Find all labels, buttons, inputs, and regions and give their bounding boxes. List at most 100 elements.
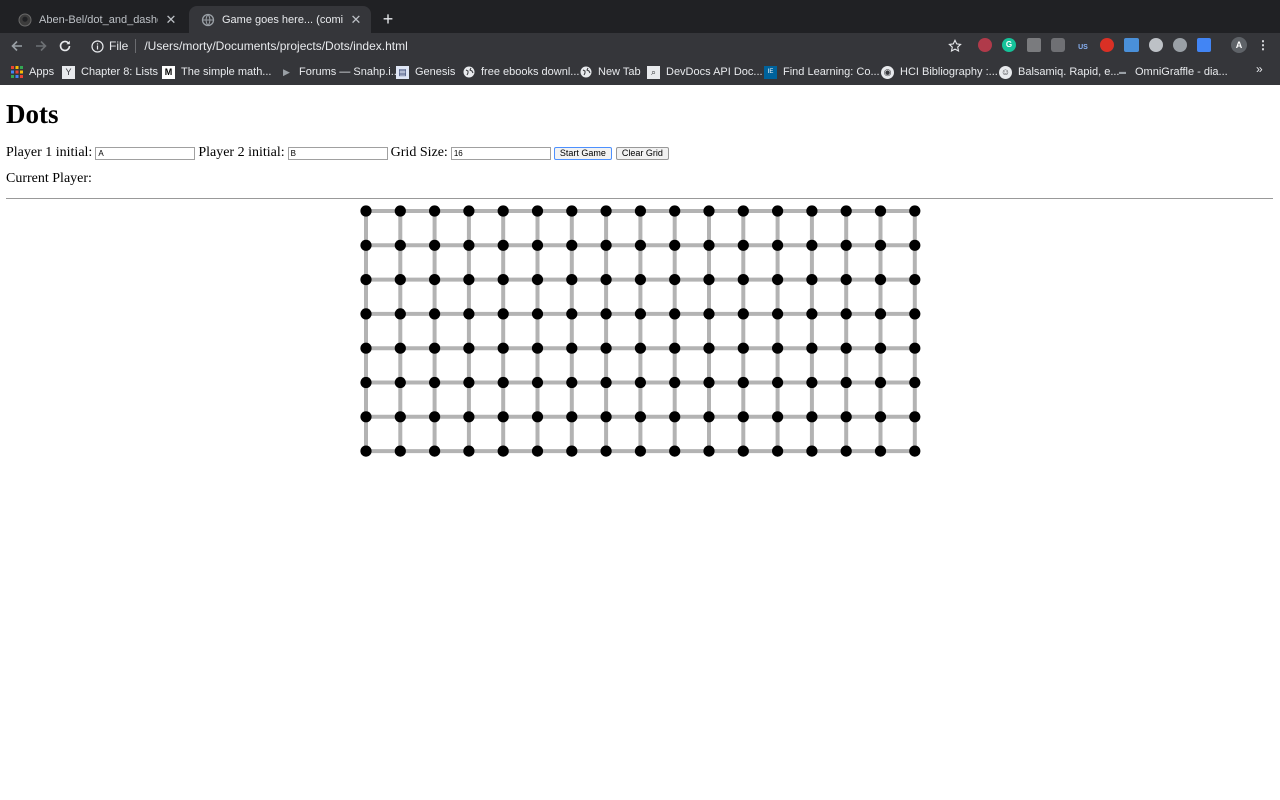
- profile-avatar[interactable]: A: [1231, 37, 1247, 53]
- current-player-label: Current Player:: [6, 171, 92, 186]
- grid-dot: [806, 376, 818, 389]
- bookmark-genesis[interactable]: ▤ Genesis: [396, 64, 455, 80]
- grid-dot: [429, 308, 441, 320]
- grid-dot: [737, 239, 749, 251]
- grid-dot: [394, 445, 406, 457]
- grammarly-icon[interactable]: G: [1002, 38, 1016, 52]
- grid-dot: [360, 239, 372, 251]
- grid-dot: [703, 411, 715, 423]
- new-tab-button[interactable]: +: [378, 9, 398, 29]
- grid-dot: [737, 274, 749, 286]
- github-icon: [18, 13, 32, 27]
- grid-dot: [566, 342, 578, 354]
- grid-dot: [463, 342, 475, 354]
- divider: [6, 198, 1273, 199]
- bookmark-simple-math[interactable]: M The simple math...: [162, 64, 271, 80]
- bookmark-apps[interactable]: Apps: [10, 64, 54, 80]
- grid-dot: [566, 411, 578, 423]
- grid-dot: [497, 308, 509, 320]
- bookmark-forums[interactable]: ▶ Forums — Snahp.i...: [280, 64, 400, 80]
- layers-icon[interactable]: [1027, 38, 1041, 52]
- grid-dot: [531, 411, 544, 423]
- bookmark-free-ebooks[interactable]: free ebooks downl...: [462, 64, 579, 80]
- bookmark-hci-bibliography[interactable]: ◉ HCI Bibliography :...: [881, 64, 998, 80]
- bookmark-find-learning[interactable]: IE Find Learning: Co...: [764, 64, 880, 80]
- bookmark-chapter-8[interactable]: Y Chapter 8: Lists: [62, 64, 158, 80]
- eye-icon: ◉: [881, 65, 894, 79]
- bookmark-label: DevDocs API Doc...: [666, 66, 763, 78]
- info-icon[interactable]: [90, 39, 104, 53]
- grid-dot: [806, 411, 818, 423]
- grid-dot: [531, 274, 544, 286]
- start-game-button[interactable]: Start Game: [553, 146, 612, 160]
- grid-dot: [840, 376, 852, 389]
- grid-dot: [874, 308, 887, 320]
- back-arrow-icon[interactable]: [7, 36, 27, 56]
- smile-icon: ☺: [999, 65, 1012, 79]
- grid-dot: [463, 274, 475, 286]
- grid-dot: [909, 308, 921, 320]
- grid-dot: [531, 342, 544, 354]
- grid-size-input[interactable]: [450, 146, 551, 160]
- bookmark-omnigraffle[interactable]: ▬ OmniGraffle - dia...: [1116, 64, 1228, 80]
- tab-github[interactable]: Aben-Bel/dot_and_dashes: A g ✕: [6, 6, 186, 33]
- grid-dot: [703, 376, 715, 389]
- grid-dot: [737, 342, 749, 354]
- forward-arrow-icon[interactable]: [31, 36, 51, 56]
- grid-dot: [840, 342, 852, 354]
- badge-icon[interactable]: [1051, 38, 1065, 52]
- reload-icon[interactable]: [55, 36, 75, 56]
- url-text[interactable]: /Users/morty/Documents/projects/Dots/ind…: [144, 39, 407, 53]
- close-icon[interactable]: ✕: [349, 12, 363, 27]
- record-icon[interactable]: [1100, 38, 1114, 52]
- grid-dot: [360, 411, 372, 423]
- player1-label: Player 1 initial:: [6, 145, 93, 160]
- globe-icon: [462, 66, 475, 79]
- grid-dot: [360, 308, 372, 320]
- translate-icon[interactable]: [1197, 38, 1211, 52]
- bookmarks-overflow-icon[interactable]: »: [1256, 62, 1263, 76]
- extension-icon[interactable]: [978, 38, 992, 52]
- grid-dot: [600, 239, 612, 251]
- calendar-icon[interactable]: [1124, 38, 1139, 52]
- grid-dot: [634, 239, 646, 251]
- tab-dots-game[interactable]: Game goes here... (coming soo ✕: [189, 6, 371, 33]
- player2-initial-input[interactable]: [287, 146, 388, 160]
- page-content: Dots Player 1 initial: Player 2 initial:…: [0, 85, 1280, 800]
- close-icon[interactable]: ✕: [164, 12, 178, 27]
- grid-dot: [634, 445, 646, 457]
- apps-grid-icon: [10, 66, 23, 79]
- grid-dot: [737, 445, 749, 457]
- grid-dot: [360, 342, 372, 354]
- bookmark-devdocs[interactable]: ⌕ DevDocs API Doc...: [647, 64, 763, 80]
- play-icon: ▶: [283, 66, 290, 77]
- grid-dot: [874, 411, 887, 423]
- grid-dot: [463, 376, 475, 389]
- language-us-icon[interactable]: US: [1076, 38, 1090, 52]
- bookmark-star-icon[interactable]: [946, 37, 964, 55]
- grid-dot: [566, 274, 578, 286]
- grid-dot: [463, 239, 475, 251]
- grid-dot: [909, 376, 921, 389]
- grid-dot: [737, 376, 749, 389]
- more-menu-icon[interactable]: ⋮: [1256, 38, 1270, 52]
- grid-dot: [874, 239, 887, 251]
- m-extension-icon[interactable]: [1173, 38, 1187, 52]
- clear-grid-button[interactable]: Clear Grid: [615, 146, 669, 160]
- player2-label: Player 2 initial:: [198, 145, 285, 160]
- bookmark-new-tab[interactable]: New Tab: [579, 64, 641, 80]
- dots-board[interactable]: [350, 201, 930, 465]
- grid-dot: [772, 342, 784, 354]
- address-bar[interactable]: File /Users/morty/Documents/projects/Dot…: [84, 34, 974, 58]
- grid-dot: [669, 308, 681, 320]
- grid-dot: [909, 445, 921, 457]
- grid-dot: [909, 274, 921, 286]
- grid-dot: [429, 411, 441, 423]
- grid-dot: [806, 308, 818, 320]
- bookmark-balsamiq[interactable]: ☺ Balsamiq. Rapid, e...: [999, 64, 1120, 80]
- grid-dot: [497, 445, 509, 457]
- grid-dot: [600, 376, 612, 389]
- grid-dot: [840, 411, 852, 423]
- circle-extension-icon[interactable]: [1149, 38, 1163, 52]
- player1-initial-input[interactable]: [95, 146, 196, 160]
